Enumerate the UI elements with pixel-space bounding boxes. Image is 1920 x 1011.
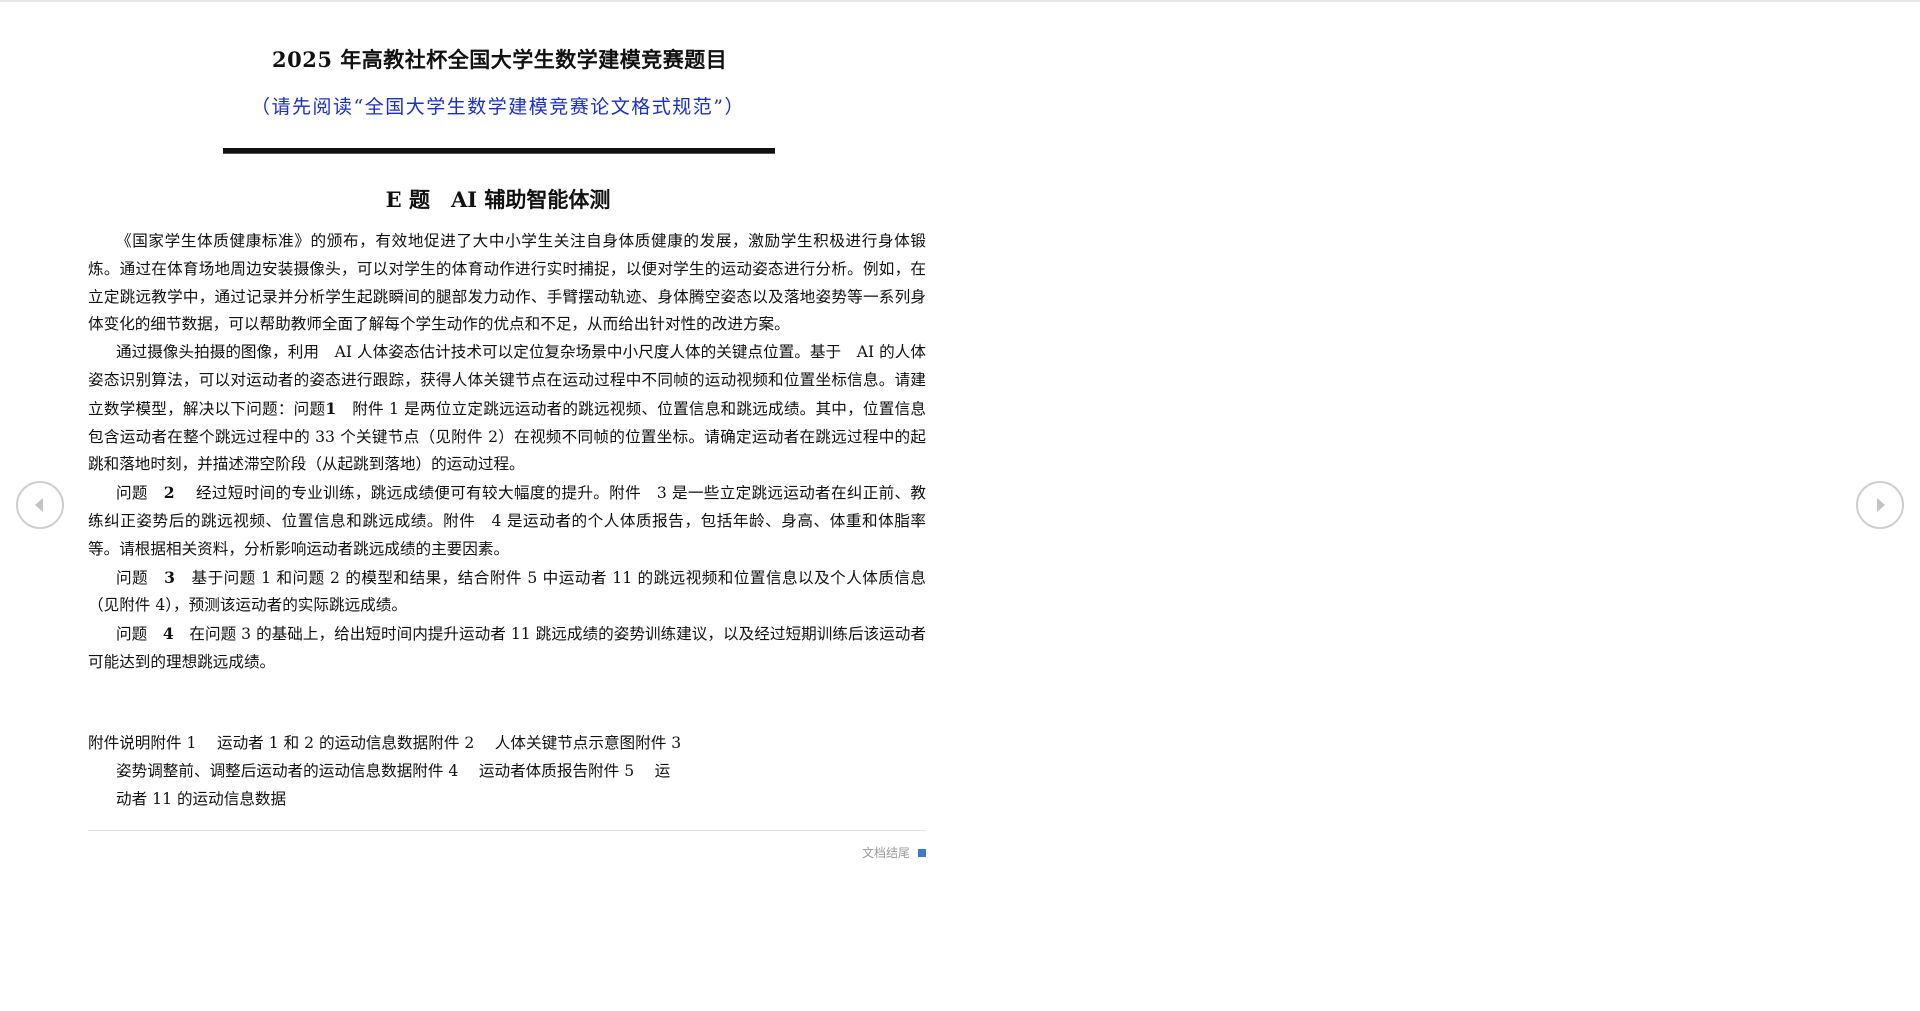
question-4-number: 4 — [162, 624, 174, 644]
paragraph-question-4: 问题 4 在问题 3 的基础上，给出短时间内提升运动者 11 跳远成绩的姿势训练… — [88, 620, 926, 677]
question-3-label: 问题 — [116, 568, 149, 587]
attachments-line-3: 动者 11 的运动信息数据 — [116, 789, 287, 808]
question-2-text: 经过短时间的专业训练，跳远成绩便可有较大幅度的提升。附件 3 是一些立定跳远运动… — [88, 484, 926, 558]
paragraph-intro: 《国家学生体质健康标准》的颁布，有效地促进了大中小学生关注自身体质健康的发展，激… — [88, 232, 926, 334]
title-rule — [223, 148, 775, 154]
paragraph-question-2: 问题 2 经过短时间的专业训练，跳远成绩便可有较大幅度的提升。附件 3 是一些立… — [88, 479, 926, 563]
document-title: 2025 年高教社杯全国大学生数学建模竞赛题目 — [272, 47, 728, 72]
problem-title: E 题 AI 辅助智能体测 — [385, 187, 611, 212]
document-end-label: 文档结尾 — [861, 846, 910, 860]
question-2-number: 2 — [163, 483, 175, 503]
question-2-label: 问题 — [116, 484, 148, 503]
attachments-line-2: 姿势调整前、调整后运动者的运动信息数据附件 4 运动者体质报告附件 5 运 — [116, 761, 671, 780]
document-subtitle: （请先阅读“全国大学生数学建模竞赛论文格式规范”） — [251, 96, 745, 118]
document-end-marker: 文档结尾 — [862, 844, 926, 861]
question-1-number: 1 — [325, 398, 337, 418]
question-3-number: 3 — [164, 567, 176, 587]
chevron-left-icon — [35, 498, 43, 512]
document-body: 《国家学生体质健康标准》的颁布，有效地促进了大中小学生关注自身体质健康的发展，激… — [88, 228, 926, 677]
footer-divider — [88, 830, 926, 831]
question-4-label: 问题 — [116, 625, 148, 644]
question-4-text: 在问题 3 的基础上，给出短时间内提升运动者 11 跳远成绩的姿势训练建议，以及… — [88, 625, 926, 671]
paragraph-question-1: 通过摄像头拍摄的图像，利用 AI 人体姿态估计技术可以定位复杂场景中小尺度人体的… — [88, 339, 926, 479]
attachments-line-1: 附件说明附件 1 运动者 1 和 2 的运动信息数据附件 2 人体关键节点示意图… — [88, 734, 682, 752]
next-page-button[interactable] — [1856, 481, 1904, 529]
paragraph-question-3: 问题 3 基于问题 1 和问题 2 的模型和结果，结合附件 5 中运动者 11 … — [88, 564, 926, 621]
top-divider — [0, 0, 1920, 2]
attachments-section: 附件说明附件 1 运动者 1 和 2 的运动信息数据附件 2 人体关键节点示意图… — [88, 730, 718, 813]
end-square-icon — [918, 848, 926, 857]
chevron-right-icon — [1877, 498, 1885, 512]
previous-page-button[interactable] — [16, 481, 64, 529]
question-3-text: 基于问题 1 和问题 2 的模型和结果，结合附件 5 中运动者 11 的跳远视频… — [88, 568, 926, 615]
